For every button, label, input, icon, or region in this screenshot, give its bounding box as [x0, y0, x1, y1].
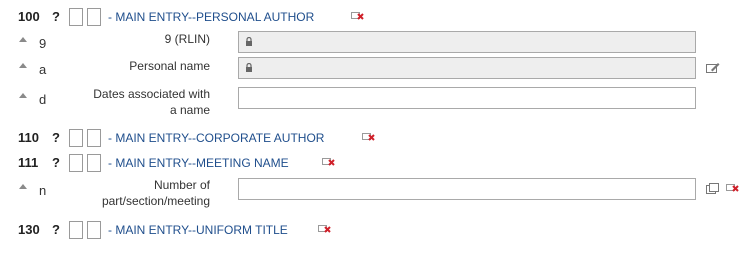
move-up-arrow-icon[interactable] — [19, 93, 27, 98]
move-up-arrow-icon[interactable] — [19, 184, 27, 189]
move-up-arrow-icon[interactable] — [19, 63, 27, 68]
subfield-code: a — [39, 62, 47, 77]
dates-input[interactable] — [238, 87, 696, 109]
field-tag: 130 — [18, 222, 40, 237]
part-number-input[interactable] — [238, 178, 696, 200]
subfield-label-line2: a name — [169, 103, 210, 117]
delete-icon[interactable] — [318, 224, 332, 234]
indicator-1[interactable] — [69, 129, 83, 147]
indicator-2[interactable] — [87, 154, 101, 172]
edit-icon[interactable] — [706, 62, 720, 74]
indicator-2[interactable] — [87, 129, 101, 147]
field-description: - MAIN ENTRY--UNIFORM TITLE — [108, 223, 288, 237]
subfield-d: d Dates associated with a name — [0, 87, 745, 121]
field-description: - MAIN ENTRY--PERSONAL AUTHOR — [108, 10, 315, 24]
subfield-n: n Number of part/section/meeting — [0, 178, 745, 212]
subfield-label-line2: part/section/meeting — [101, 194, 210, 208]
subfield-label: 9 (RLIN) — [164, 32, 210, 46]
lock-icon — [246, 63, 252, 72]
indicator-2[interactable] — [87, 221, 101, 239]
clone-icon[interactable] — [706, 183, 719, 194]
personal-name-input[interactable] — [238, 57, 696, 79]
field-tag: 111 — [18, 155, 39, 170]
field-tag: 100 — [18, 9, 40, 24]
rlin-input[interactable] — [238, 31, 696, 53]
help-link[interactable]: ? — [52, 155, 60, 170]
delete-icon[interactable] — [322, 157, 336, 167]
indicator-1[interactable] — [69, 8, 83, 26]
indicator-2[interactable] — [87, 8, 101, 26]
subfield-code: d — [39, 92, 47, 107]
indicator-1[interactable] — [69, 221, 83, 239]
field-description: - MAIN ENTRY--CORPORATE AUTHOR — [108, 131, 325, 145]
subfield-label-line1: Dates associated with — [93, 87, 210, 101]
field-description: - MAIN ENTRY--MEETING NAME — [108, 156, 289, 170]
field-tag: 110 — [18, 130, 39, 145]
indicator-1[interactable] — [69, 154, 83, 172]
lock-icon — [246, 37, 252, 46]
help-link[interactable]: ? — [52, 222, 60, 237]
delete-icon[interactable] — [351, 11, 365, 21]
subfield-code: n — [39, 183, 47, 198]
subfield-code: 9 — [39, 36, 47, 51]
move-up-arrow-icon[interactable] — [19, 37, 27, 42]
subfield-label-line1: Number of — [153, 178, 210, 192]
field-100: 100 ? - MAIN ENTRY--PERSONAL AUTHOR — [0, 8, 745, 28]
delete-icon[interactable] — [726, 183, 740, 193]
help-link[interactable]: ? — [52, 130, 60, 145]
delete-icon[interactable] — [362, 132, 376, 142]
field-110: 110 ? - MAIN ENTRY--CORPORATE AUTHOR — [0, 129, 745, 149]
subfield-label: Personal name — [129, 59, 210, 73]
field-130: 130 ? - MAIN ENTRY--UNIFORM TITLE — [0, 221, 745, 241]
subfield-a: a Personal name — [0, 57, 745, 79]
help-link[interactable]: ? — [52, 9, 60, 24]
subfield-9: 9 9 (RLIN) — [0, 31, 745, 53]
field-111: 111 ? - MAIN ENTRY--MEETING NAME — [0, 154, 745, 174]
